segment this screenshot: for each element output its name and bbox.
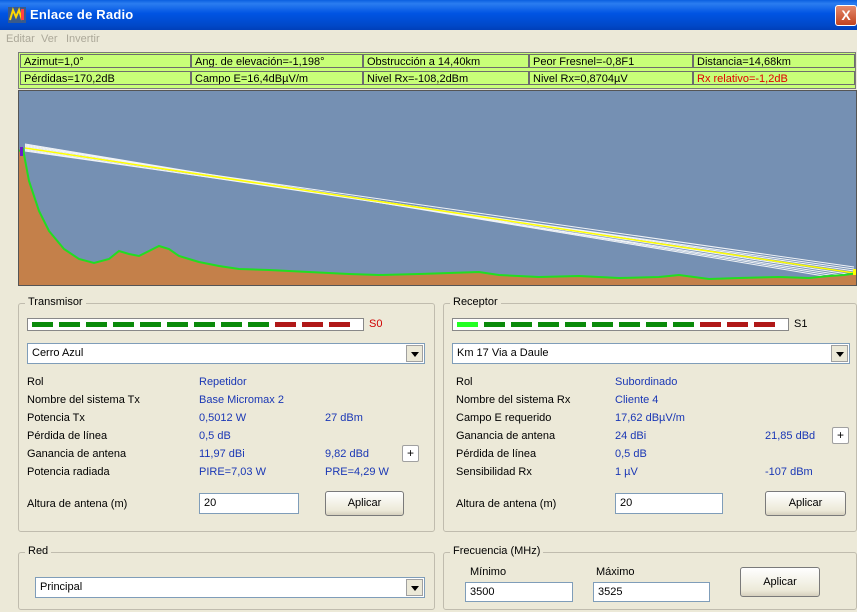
window-title: Enlace de Radio <box>30 7 134 22</box>
rx-antenna-plus-button[interactable]: + <box>832 427 849 444</box>
rx-gain-dbd-value: 21,85 dBd <box>765 430 816 442</box>
distance-value: Distancia=14,68km <box>693 54 855 68</box>
freq-min-label: Mínimo <box>470 566 507 578</box>
tx-gain-dbd-value: 9,82 dBd <box>325 448 370 460</box>
menu-ver[interactable]: Ver <box>41 33 58 45</box>
tx-gain-dbi-value: 11,97 dBi <box>199 448 245 460</box>
rx-meter-label: S1 <box>794 318 808 330</box>
tx-row-label: Ganancia de antena <box>27 448 127 460</box>
transmitter-panel: Transmisor S0 Cerro Azul Rol Repetidor N… <box>18 296 435 532</box>
rx-antenna-height-input[interactable]: 20 <box>615 493 723 514</box>
network-value: Principal <box>40 581 83 593</box>
rx-system-value: Cliente 4 <box>615 394 659 406</box>
rx-station-select[interactable]: Km 17 Via a Daule <box>452 343 850 364</box>
rx-row-label: Nombre del sistema Rx <box>456 394 571 406</box>
tx-pire-value: PIRE=7,03 W <box>199 466 266 478</box>
azimut-value: Azimut=1,0° <box>20 54 191 68</box>
elevation-angle-value: Ang. de elevación=-1,198° <box>191 54 363 68</box>
rx-antenna-height-label: Altura de antena (m) <box>456 498 557 510</box>
freq-max-input[interactable]: 3525 <box>593 582 710 602</box>
rx-sensitivity-uv-value: 1 µV <box>615 466 638 478</box>
rx-row-label: Ganancia de antena <box>456 430 556 442</box>
close-button[interactable]: X <box>835 5 857 26</box>
chevron-down-icon[interactable] <box>831 345 848 362</box>
freq-apply-button[interactable]: Aplicar <box>740 567 820 597</box>
tx-row-label: Nombre del sistema Tx <box>27 394 140 406</box>
rx-apply-button[interactable]: Aplicar <box>765 491 846 516</box>
tx-station-value: Cerro Azul <box>32 347 84 359</box>
frequency-panel: Frecuencia (MHz) Mínimo 3500 Máximo 3525… <box>443 545 857 610</box>
tx-antenna-height-input[interactable]: 20 <box>199 493 299 514</box>
rx-line-loss-value: 0,5 dB <box>615 448 647 460</box>
transmitter-title: Transmisor <box>25 296 86 308</box>
tx-role-value: Repetidor <box>199 376 247 388</box>
receiver-panel: Receptor S1 Km 17 Via a Daule Rol Subord… <box>443 296 857 532</box>
network-title: Red <box>25 545 52 557</box>
relative-rx-value: Rx relativo=-1,2dB <box>693 71 855 85</box>
rx-required-field-value: 17,62 dBµV/m <box>615 412 685 424</box>
rx-row-label: Sensibilidad Rx <box>456 466 532 478</box>
tx-row-label: Potencia Tx <box>27 412 85 424</box>
title-bar: Enlace de Radio X <box>0 0 857 30</box>
menu-invertir[interactable]: Invertir <box>66 33 100 45</box>
tx-station-select[interactable]: Cerro Azul <box>27 343 425 364</box>
rx-gain-dbi-value: 24 dBi <box>615 430 647 442</box>
terrain-profile <box>18 90 857 286</box>
network-select[interactable]: Principal <box>35 577 425 598</box>
tx-row-label: Potencia radiada <box>27 466 110 478</box>
tx-apply-button[interactable]: Aplicar <box>325 491 404 516</box>
tx-row-label: Rol <box>27 376 44 388</box>
rx-station-value: Km 17 Via a Daule <box>457 347 549 359</box>
rx-row-label: Pérdida de línea <box>456 448 537 460</box>
tx-meter-label: S0 <box>369 318 383 330</box>
losses-value: Pérdidas=170,2dB <box>20 71 191 85</box>
rx-signal-meter <box>452 318 789 331</box>
tx-line-loss-value: 0,5 dB <box>199 430 231 442</box>
app-icon <box>8 7 26 23</box>
menu-bar: Editar Ver Invertir <box>0 30 857 50</box>
rx-antenna-marker <box>853 269 856 275</box>
tx-pre-value: PRE=4,29 W <box>325 466 389 478</box>
frequency-title: Frecuencia (MHz) <box>450 545 544 557</box>
worst-fresnel-value: Peor Fresnel=-0,8F1 <box>529 54 693 68</box>
rx-row-label: Rol <box>456 376 473 388</box>
chevron-down-icon[interactable] <box>406 579 423 596</box>
network-panel: Red Principal <box>18 545 435 610</box>
profile-graphic <box>19 91 856 285</box>
rx-sensitivity-dbm-value: -107 dBm <box>765 466 813 478</box>
rx-level-uv-value: Nivel Rx=0,8704µV <box>529 71 693 85</box>
obstruction-value: Obstrucción a 14,40km <box>363 54 529 68</box>
tx-antenna-plus-button[interactable]: + <box>402 445 419 462</box>
chevron-down-icon[interactable] <box>406 345 423 362</box>
tx-system-value: Base Micromax 2 <box>199 394 284 406</box>
link-summary: Azimut=1,0° Ang. de elevación=-1,198° Ob… <box>18 52 856 89</box>
receiver-title: Receptor <box>450 296 501 308</box>
freq-min-input[interactable]: 3500 <box>465 582 573 602</box>
rx-level-dbm-value: Nivel Rx=-108,2dBm <box>363 71 529 85</box>
freq-max-label: Máximo <box>596 566 635 578</box>
menu-editar[interactable]: Editar <box>6 33 35 45</box>
tx-row-label: Pérdida de línea <box>27 430 108 442</box>
rx-role-value: Subordinado <box>615 376 678 388</box>
tx-power-dbm-value: 27 dBm <box>325 412 363 424</box>
e-field-value: Campo E=16,4dBµV/m <box>191 71 363 85</box>
rx-row-label: Campo E requerido <box>456 412 552 424</box>
tx-signal-meter <box>27 318 364 331</box>
tx-power-w-value: 0,5012 W <box>199 412 247 424</box>
tx-antenna-marker <box>20 147 23 156</box>
tx-antenna-height-label: Altura de antena (m) <box>27 498 128 510</box>
